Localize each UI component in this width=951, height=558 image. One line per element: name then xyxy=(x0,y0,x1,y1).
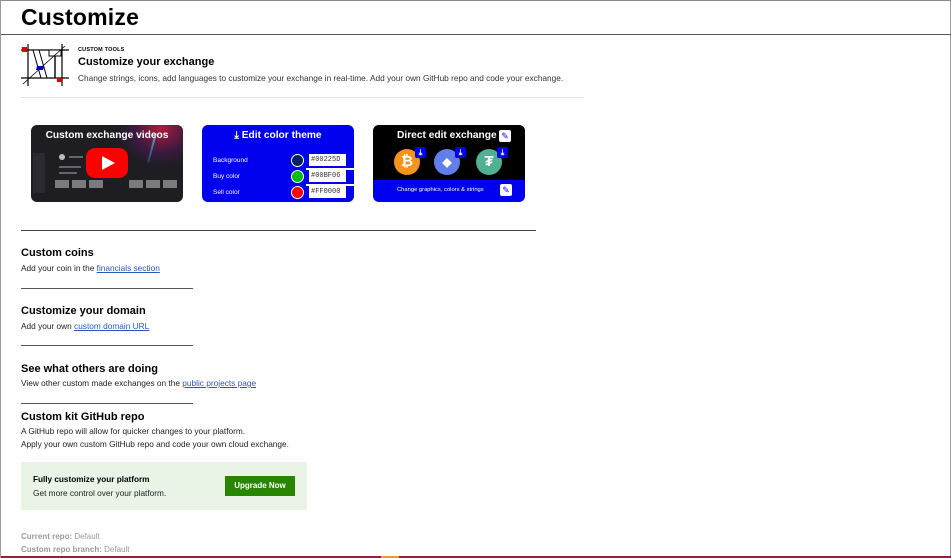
video-thumbnail-tile xyxy=(55,180,69,188)
custom-repo-branch-line: Custom repo branch: Default xyxy=(21,545,130,554)
window-top-border xyxy=(1,0,951,1)
customize-domain-title: Customize your domain xyxy=(21,305,146,317)
color-value-field: #00225D xyxy=(309,154,346,166)
customize-domain-prefix: Add your own xyxy=(21,321,75,331)
section-divider xyxy=(21,403,193,404)
video-thumbnail-tile xyxy=(163,180,177,188)
custom-domain-url-link[interactable]: custom domain URL xyxy=(74,321,149,331)
color-value-field: #00BF06 xyxy=(309,170,346,182)
video-thumbnail-tile xyxy=(146,180,160,188)
custom-tools-kicker: CUSTOM TOOLS xyxy=(78,47,125,53)
color-theme-card-title: ⤓ Edit color theme xyxy=(202,130,354,142)
video-thumbnail-text xyxy=(59,166,81,168)
custom-coins-text: Add your coin in the financials section xyxy=(21,263,160,273)
custom-exchange-videos-card[interactable]: Custom exchange videos xyxy=(31,125,183,202)
direct-edit-exchange-card[interactable]: Direct edit exchange ✎ ₿ ⤓ ◆ ⤓ ₮ ⤓ Change g… xyxy=(373,125,525,202)
color-row-label: Background xyxy=(213,157,248,164)
video-thumbnail-sidebar xyxy=(33,153,45,193)
custom-tools-icon xyxy=(21,44,69,86)
color-row-buy: Buy color #00BF06 xyxy=(202,170,354,186)
color-value-field: #FF0000 xyxy=(309,186,346,198)
custom-tools-description: Change strings, icons, add languages to … xyxy=(78,73,564,83)
video-thumbnail-text xyxy=(59,172,77,174)
cards-divider xyxy=(21,230,536,231)
color-theme-title-text: Edit color theme xyxy=(241,130,322,141)
page-title: Customize xyxy=(21,4,140,30)
video-thumbnail-tile xyxy=(72,180,86,188)
edit-pencil-icon[interactable]: ✎ xyxy=(499,130,511,142)
public-projects-page-link[interactable]: public projects page xyxy=(182,378,256,388)
color-swatch xyxy=(291,154,304,167)
video-thumbnail-text xyxy=(69,156,83,158)
upgrade-text: Get more control over your platform. xyxy=(33,488,167,498)
color-swatch xyxy=(291,186,304,199)
title-divider xyxy=(1,34,951,35)
custom-repo-branch-value: Default xyxy=(104,545,130,554)
color-row-label: Sell color xyxy=(213,189,240,196)
color-row-background: Background #00225D xyxy=(202,154,354,170)
upgrade-title: Fully customize your platform xyxy=(33,475,150,484)
current-repo-line: Current repo: Default xyxy=(21,532,100,541)
see-others-prefix: View other custom made exchanges on the xyxy=(21,378,183,388)
customize-domain-text: Add your own custom domain URL xyxy=(21,321,149,331)
github-repo-title: Custom kit GitHub repo xyxy=(21,411,145,423)
tools-divider xyxy=(21,97,584,98)
edit-color-theme-card[interactable]: ⤓ Edit color theme Background #00225D Bu… xyxy=(202,125,354,202)
github-repo-text-1: A GitHub repo will allow for quicker cha… xyxy=(21,426,246,436)
section-divider xyxy=(21,345,193,346)
bitcoin-icon: ₿ ⤓ xyxy=(394,147,426,175)
upgrade-panel: Fully customize your platform Get more c… xyxy=(21,462,307,510)
edit-pencil-icon[interactable]: ✎ xyxy=(500,184,512,196)
download-icon: ⤓ xyxy=(415,147,426,158)
download-icon: ⤓ xyxy=(497,147,508,158)
color-swatch xyxy=(291,170,304,183)
color-row-sell: Sell color #FF0000 xyxy=(202,186,354,200)
video-thumbnail-logo xyxy=(59,154,65,160)
upgrade-now-button[interactable]: Upgrade Now xyxy=(225,476,295,496)
videos-card-title: Custom exchange videos xyxy=(45,130,169,141)
download-icon: ⤓ xyxy=(234,130,239,141)
section-divider xyxy=(21,288,193,289)
financials-section-link[interactable]: financials section xyxy=(97,263,160,273)
tether-icon: ₮ ⤓ xyxy=(476,147,508,175)
video-thumbnail-tile xyxy=(89,180,103,188)
github-repo-text-2: Apply your own custom GitHub repo and co… xyxy=(21,439,289,449)
custom-coins-prefix: Add your coin in the xyxy=(21,263,97,273)
see-others-title: See what others are doing xyxy=(21,363,158,375)
ethereum-icon: ◆ ⤓ xyxy=(434,147,466,175)
custom-coins-title: Custom coins xyxy=(21,247,94,259)
direct-edit-card-title: Direct edit exchange xyxy=(397,130,497,141)
custom-tools-title: Customize your exchange xyxy=(78,56,215,68)
youtube-play-icon[interactable] xyxy=(86,148,128,178)
color-row-label: Buy color xyxy=(213,173,241,180)
current-repo-label: Current repo: xyxy=(21,532,73,541)
see-others-text: View other custom made exchanges on the … xyxy=(21,378,256,388)
direct-edit-caption: Change graphics, colors & strings xyxy=(397,187,484,193)
current-repo-value: Default xyxy=(74,532,100,541)
download-icon: ⤓ xyxy=(455,147,466,158)
video-thumbnail-tile xyxy=(129,180,143,188)
custom-repo-branch-label: Custom repo branch: xyxy=(21,545,102,554)
